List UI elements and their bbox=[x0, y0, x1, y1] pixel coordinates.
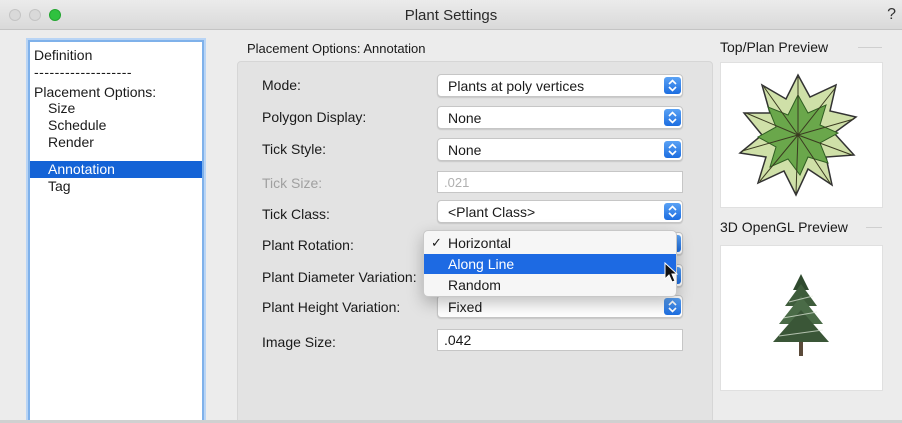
image-size-label: Image Size: bbox=[262, 334, 336, 350]
opengl-preview bbox=[720, 245, 883, 391]
popup-arrows-icon bbox=[664, 77, 681, 94]
top-plan-preview-title: Top/Plan Preview bbox=[720, 39, 829, 55]
menu-item-along-line[interactable]: Along Line bbox=[424, 254, 676, 274]
tick-class-value: <Plant Class> bbox=[448, 204, 536, 220]
plant-height-variation-popup[interactable]: Fixed bbox=[437, 295, 683, 318]
menu-item-random[interactable]: Random bbox=[424, 275, 676, 295]
top-plan-preview bbox=[720, 62, 883, 208]
tick-style-popup[interactable]: None bbox=[437, 138, 683, 161]
popup-arrows-icon bbox=[664, 109, 681, 126]
mode-popup[interactable]: Plants at poly vertices bbox=[437, 74, 683, 97]
polygon-display-value: None bbox=[448, 110, 482, 126]
list-item-size[interactable]: Size bbox=[48, 100, 75, 116]
menu-item-horizontal[interactable]: ✓ Horizontal bbox=[424, 233, 676, 253]
list-item-placement-options[interactable]: Placement Options: bbox=[34, 84, 156, 100]
plant-height-variation-value: Fixed bbox=[448, 299, 483, 315]
image-size-input[interactable] bbox=[438, 330, 682, 350]
tick-size-label: Tick Size: bbox=[262, 175, 323, 191]
help-button[interactable]: ? bbox=[887, 6, 896, 24]
divider bbox=[866, 227, 882, 228]
title-bar: Plant Settings ? bbox=[0, 0, 902, 30]
mode-label: Mode: bbox=[262, 77, 301, 93]
polygon-display-label: Polygon Display: bbox=[262, 109, 367, 125]
plant-rotation-label: Plant Rotation: bbox=[262, 237, 354, 253]
tick-size-field bbox=[437, 171, 683, 193]
list-item-definition[interactable]: Definition bbox=[34, 47, 92, 63]
tick-style-label: Tick Style: bbox=[262, 141, 327, 157]
list-item-schedule[interactable]: Schedule bbox=[48, 117, 106, 133]
category-list[interactable]: Definition ------------------- Placement… bbox=[28, 40, 204, 423]
tick-size-input bbox=[438, 172, 682, 192]
popup-arrows-icon bbox=[664, 141, 681, 158]
tick-class-popup[interactable]: <Plant Class> bbox=[437, 200, 683, 223]
popup-arrows-icon bbox=[664, 203, 681, 220]
section-title: Placement Options: Annotation bbox=[247, 41, 426, 56]
polygon-display-popup[interactable]: None bbox=[437, 106, 683, 129]
tick-class-label: Tick Class: bbox=[262, 206, 330, 222]
pine-tree-3d-icon bbox=[773, 274, 829, 356]
list-item-tag[interactable]: Tag bbox=[48, 178, 71, 194]
plant-diameter-variation-label: Plant Diameter Variation: bbox=[262, 269, 417, 285]
plant-rotation-menu[interactable]: ✓ Horizontal Along Line Random bbox=[423, 230, 677, 297]
menu-item-label: Horizontal bbox=[448, 235, 512, 251]
opengl-preview-title: 3D OpenGL Preview bbox=[720, 219, 848, 235]
plant-plan-symbol-icon bbox=[738, 73, 858, 197]
image-size-field[interactable] bbox=[437, 329, 683, 351]
checkmark-icon: ✓ bbox=[431, 235, 442, 250]
mouse-pointer-icon bbox=[664, 262, 678, 283]
window-title: Plant Settings bbox=[404, 7, 498, 24]
popup-arrows-icon bbox=[664, 298, 681, 315]
list-separator: ------------------- bbox=[34, 64, 133, 80]
menu-item-label: Along Line bbox=[448, 256, 515, 272]
plant-height-variation-label: Plant Height Variation: bbox=[262, 299, 401, 315]
list-item-render[interactable]: Render bbox=[48, 134, 94, 150]
tick-style-value: None bbox=[448, 142, 482, 158]
list-item-annotation[interactable]: Annotation bbox=[30, 161, 202, 178]
divider bbox=[858, 47, 882, 48]
mode-value: Plants at poly vertices bbox=[448, 78, 585, 94]
menu-item-label: Random bbox=[448, 277, 501, 293]
